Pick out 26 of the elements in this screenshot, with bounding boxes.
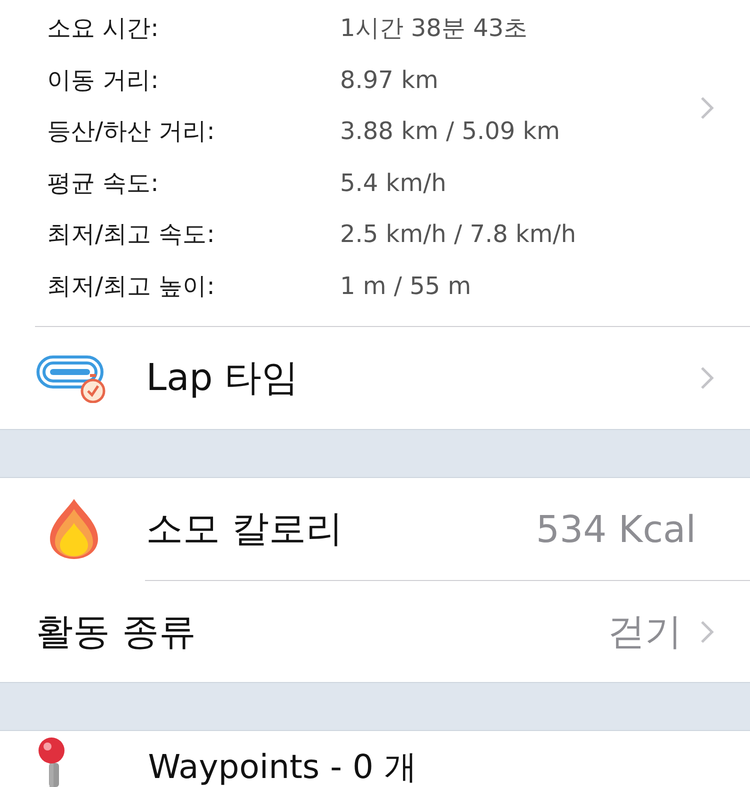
row-value: 534 Kcal bbox=[536, 508, 696, 550]
row-label: 소모 칼로리 bbox=[146, 506, 344, 552]
row-label: 활동 종류 bbox=[36, 608, 197, 654]
stat-value: 3.88 km / 5.09 km bbox=[340, 117, 560, 146]
row-label: Lap 타임 bbox=[146, 355, 300, 401]
stat-value: 2.5 km/h / 7.8 km/h bbox=[340, 220, 576, 248]
list-row[interactable]: Waypoints - 0 개 bbox=[0, 731, 750, 787]
stat-label: 이동 거리: bbox=[47, 64, 160, 96]
stat-label: 소요 시간: bbox=[47, 13, 160, 44]
pin-icon bbox=[38, 737, 65, 787]
chevron-icon[interactable] bbox=[700, 366, 714, 390]
list-row[interactable]: 소모 칼로리 534 Kcal bbox=[0, 478, 750, 580]
chevron-icon[interactable] bbox=[700, 96, 714, 120]
row-value: 걷기 bbox=[608, 608, 682, 654]
list-row[interactable]: Lap 타임 bbox=[0, 327, 750, 429]
stat-label: 등산/하산 거리: bbox=[47, 116, 216, 148]
stat-value: 5.4 km/h bbox=[340, 168, 446, 197]
chevron-icon[interactable] bbox=[700, 620, 714, 644]
stat-value: 8.97 km bbox=[340, 66, 438, 94]
stat-value: 1 m / 55 m bbox=[340, 272, 472, 300]
row-label: Waypoints - 0 개 bbox=[148, 748, 418, 787]
stat-label: 최저/최고 높이: bbox=[47, 270, 216, 302]
stat-value: 1시간 38분 43초 bbox=[340, 13, 528, 44]
stat-label: 최저/최고 속도: bbox=[47, 219, 216, 250]
list-row[interactable]: 활동 종류 걷기 bbox=[0, 581, 750, 682]
stat-label: 평균 속도: bbox=[47, 168, 160, 199]
